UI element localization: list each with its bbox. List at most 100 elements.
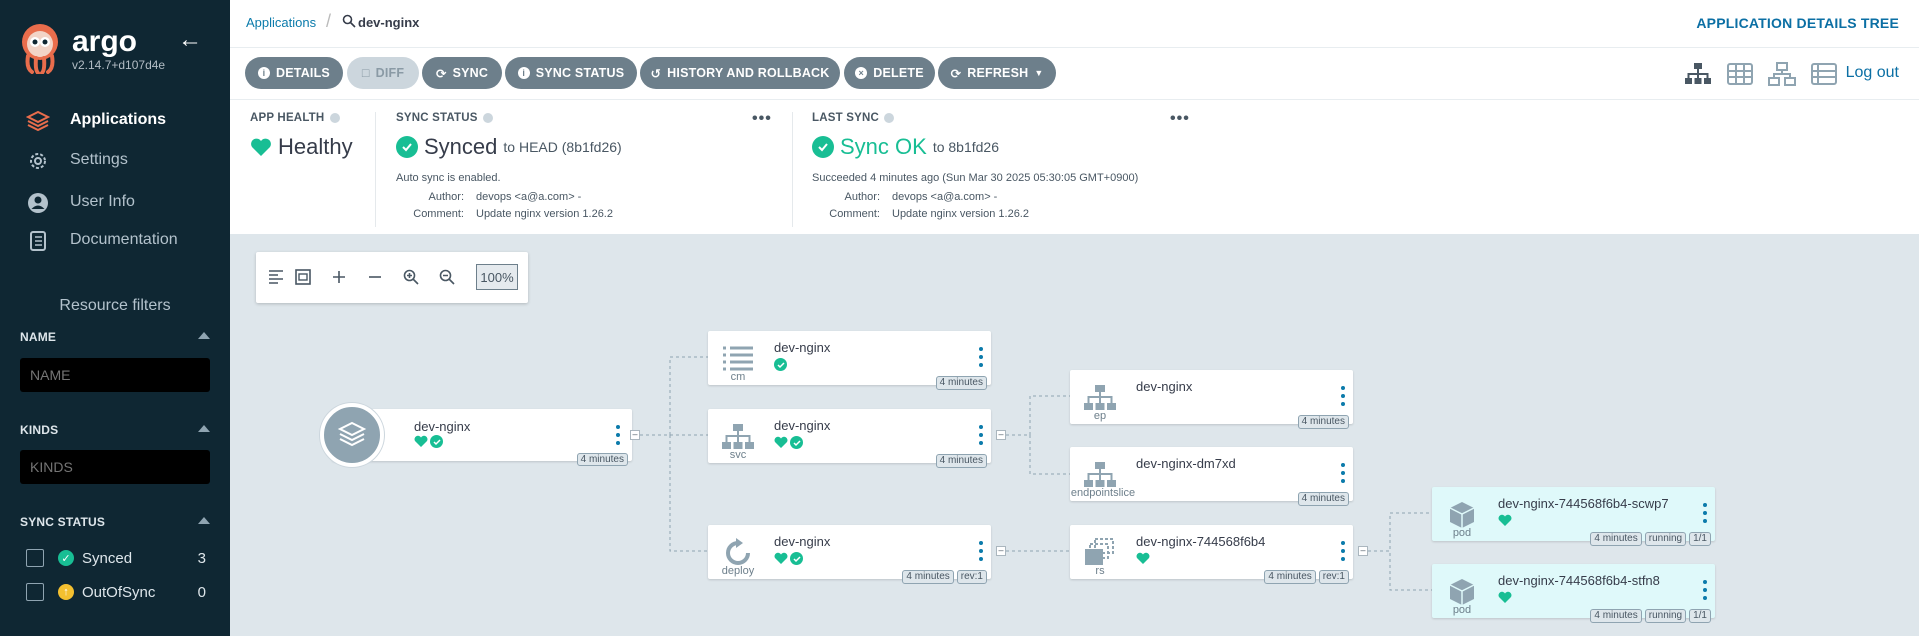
node-menu-icon[interactable] [1703, 503, 1707, 523]
caret-down-icon: ▼ [1034, 68, 1044, 78]
checkbox[interactable] [26, 549, 44, 567]
collapse-toggle[interactable]: – [996, 430, 1006, 440]
help-icon[interactable] [329, 112, 340, 123]
resource-node-deploy[interactable]: deploy dev-nginx 4 minutes rev:1 [708, 525, 991, 584]
breadcrumb-applications[interactable]: Applications [246, 15, 316, 30]
resource-node-rs[interactable]: rs dev-nginx-744568f6b4 4 minutes rev:1 [1070, 525, 1353, 584]
sync-text: Synced [424, 134, 498, 159]
sync-status-more-icon[interactable]: ••• [752, 110, 772, 128]
nav-item-settings[interactable]: Settings [0, 141, 230, 179]
nav-item-applications[interactable]: Applications [0, 101, 230, 139]
history-rollback-button[interactable]: ↺ HISTORY AND ROLLBACK [640, 57, 840, 89]
details-button[interactable]: i DETAILS [245, 57, 343, 89]
comment-row: Comment: Update nginx version 1.26.2 [392, 208, 613, 220]
label-text: APP HEALTH [250, 112, 325, 124]
node-menu-icon[interactable] [616, 425, 620, 445]
node-menu-icon[interactable] [1341, 541, 1345, 561]
nav-item-documentation[interactable]: Documentation [0, 221, 230, 259]
refresh-button[interactable]: ⟳ REFRESH ▼ [938, 57, 1056, 89]
node-menu-icon[interactable] [1341, 463, 1345, 483]
check-circle-icon [396, 136, 418, 158]
comment-value: Update nginx version 1.26.2 [476, 208, 613, 220]
argo-logo[interactable] [18, 22, 62, 75]
list-view-icon[interactable] [1810, 62, 1838, 86]
last-sync-block: LAST SYNC Sync OK to 8b1fd26 Succeeded 4… [812, 100, 1212, 235]
age-tag: 4 minutes [902, 570, 954, 584]
resource-graph[interactable]: 100% dev-nginx 4 minutes – cm dev-nginx … [230, 235, 1919, 636]
node-name: dev-nginx [774, 534, 831, 549]
nav-label: Documentation [70, 231, 178, 248]
nav-item-user-info[interactable]: User Info [0, 183, 230, 221]
collapse-name-icon[interactable] [198, 332, 210, 339]
divider [792, 112, 793, 227]
diff-button[interactable]: □ DIFF [347, 57, 419, 89]
collapse-sidebar-icon[interactable]: ← [178, 26, 202, 54]
arrow-up-circle-icon: ↑ [58, 584, 74, 600]
tags: 4 minutes [935, 454, 987, 468]
filter-synced[interactable]: ✓ Synced 3 [26, 547, 206, 569]
delete-button[interactable]: × DELETE [844, 57, 935, 89]
node-menu-icon[interactable] [1703, 580, 1707, 600]
node-menu-icon[interactable] [979, 425, 983, 445]
last-sync-target: to 8b1fd26 [932, 139, 999, 155]
search-icon[interactable] [342, 14, 356, 28]
gear-icon [26, 150, 50, 172]
resource-node-pod[interactable]: pod dev-nginx-744568f6b4-stfn8 4 minutes… [1432, 564, 1715, 623]
author-row: Author: devops <a@a.com> - [808, 191, 998, 203]
collapse-kinds-icon[interactable] [198, 425, 210, 432]
node-kind: endpointslice [1070, 487, 1136, 499]
filter-count: 0 [197, 583, 206, 601]
button-label: HISTORY AND ROLLBACK [667, 66, 830, 80]
age-tag: 4 minutes [576, 453, 628, 466]
breadcrumb-app-name[interactable]: dev-nginx [358, 15, 419, 30]
application-icon [320, 403, 384, 467]
sync-status-button[interactable]: i SYNC STATUS [505, 57, 637, 89]
auto-sync-text: Auto sync is enabled. [396, 172, 501, 184]
collapse-toggle[interactable]: – [630, 430, 640, 440]
name-filter-input[interactable] [20, 358, 210, 392]
resource-node-pod[interactable]: pod dev-nginx-744568f6b4-scwp7 4 minutes… [1432, 487, 1715, 546]
sync-button[interactable]: ⟳ SYNC [422, 57, 502, 89]
filter-label: OutOfSync [82, 583, 156, 601]
resource-node-ep[interactable]: ep dev-nginx 4 minutes [1070, 370, 1353, 429]
app-health-block: APP HEALTH Healthy [250, 100, 370, 235]
button-label: DIFF [375, 66, 405, 80]
tree-view-icon[interactable] [1684, 62, 1712, 86]
kinds-filter-input[interactable] [20, 450, 210, 484]
collapse-toggle[interactable]: – [996, 546, 1006, 556]
logout-link[interactable]: Log out [1846, 64, 1899, 82]
filter-kinds-label: KINDS [20, 423, 59, 437]
nav-label: Applications [70, 111, 167, 128]
grid-view-icon[interactable] [1726, 62, 1754, 86]
node-menu-icon[interactable] [979, 541, 983, 561]
node-menu-icon[interactable] [1341, 386, 1345, 406]
node-kind: cm [730, 371, 746, 383]
app-node[interactable]: dev-nginx 4 minutes [320, 403, 632, 467]
node-kind: svc [729, 449, 747, 461]
button-label: DELETE [873, 66, 924, 80]
author-row: Author: devops <a@a.com> - [392, 191, 582, 203]
resource-node-cm[interactable]: cm dev-nginx 4 minutes [708, 331, 991, 390]
toolbar: i DETAILS □ DIFF ⟳ SYNC i SYNC STATUS ↺ HISTO… [230, 48, 1919, 100]
sync-status-value: Synced to HEAD (8b1fd26) [396, 134, 622, 160]
page-title: APPLICATION DETAILS TREE [1696, 15, 1899, 31]
help-icon[interactable] [884, 112, 895, 123]
heart-icon [1498, 591, 1512, 603]
filter-outofsync[interactable]: ↑ OutOfSync 0 [26, 581, 206, 603]
check-circle-icon [790, 436, 803, 449]
collapse-sync-status-icon[interactable] [198, 517, 210, 524]
resource-node-endpointslice[interactable]: endpointslice dev-nginx-dm7xd 4 minutes [1070, 447, 1353, 506]
network-view-icon[interactable] [1768, 62, 1796, 86]
sync-icon: ⟳ [435, 66, 447, 81]
help-icon[interactable] [483, 112, 494, 123]
last-sync-more-icon[interactable]: ••• [1170, 110, 1190, 128]
tags: 4 minutes [1297, 492, 1349, 506]
heart-icon [774, 552, 788, 564]
collapse-toggle[interactable]: – [1358, 546, 1368, 556]
heart-icon [1498, 514, 1512, 526]
resource-node-svc[interactable]: svc dev-nginx 4 minutes [708, 409, 991, 468]
tags: 4 minutes rev:1 [1264, 570, 1349, 584]
checkbox[interactable] [26, 583, 44, 601]
node-menu-icon[interactable] [979, 347, 983, 367]
check-circle-icon [430, 435, 443, 448]
